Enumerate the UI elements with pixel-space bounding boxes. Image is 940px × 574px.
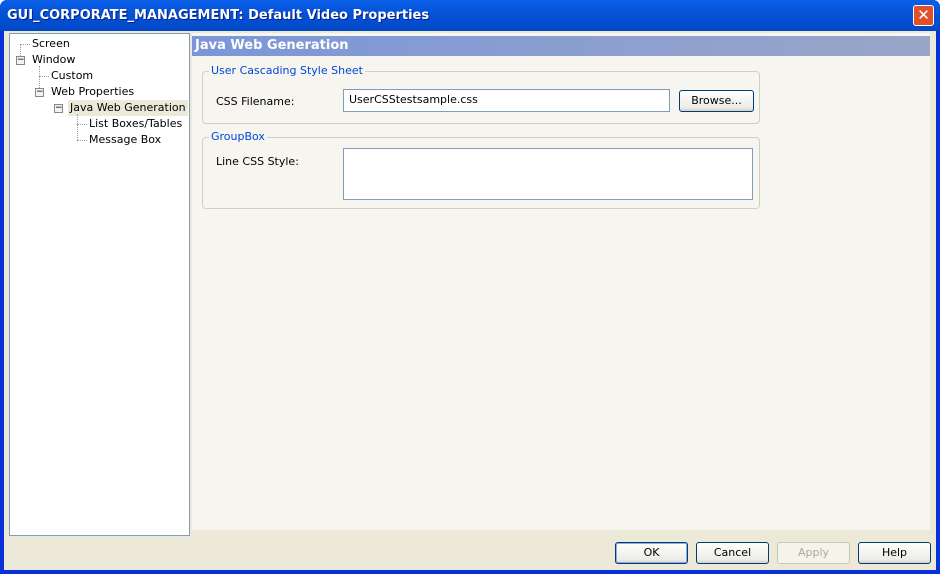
tree-view[interactable]: Screen − Window Custom − Web Properties …	[9, 33, 190, 536]
tree-item-screen[interactable]: Screen	[30, 36, 72, 52]
title-bar[interactable]: GUI_CORPORATE_MANAGEMENT: Default Video …	[0, 0, 940, 31]
tree-item-list-boxes-tables[interactable]: List Boxes/Tables	[87, 116, 184, 132]
tree-line	[77, 124, 87, 125]
apply-button[interactable]: Apply	[777, 542, 850, 564]
tree-item-message-box[interactable]: Message Box	[87, 132, 163, 148]
collapse-icon[interactable]: −	[54, 104, 63, 113]
tree-line	[77, 114, 78, 140]
window-title: GUI_CORPORATE_MANAGEMENT: Default Video …	[7, 8, 430, 23]
tree-line	[39, 76, 49, 77]
css-filename-input[interactable]: UserCSStestsample.css	[343, 89, 670, 112]
dialog-client: Screen − Window Custom − Web Properties …	[4, 31, 936, 570]
tree-line	[77, 140, 87, 141]
properties-panel: Java Web Generation User Cascading Style…	[192, 33, 930, 530]
css-group-title: User Cascading Style Sheet	[209, 64, 365, 77]
groupbox-title: GroupBox	[209, 130, 267, 143]
help-button[interactable]: Help	[858, 542, 931, 564]
close-icon: ✕	[917, 6, 930, 24]
dialog-window: GUI_CORPORATE_MANAGEMENT: Default Video …	[0, 0, 940, 574]
tree-item-custom[interactable]: Custom	[49, 68, 95, 84]
tree-item-java-web-generation[interactable]: Java Web Generation	[68, 100, 188, 116]
tree-item-web-properties[interactable]: Web Properties	[49, 84, 136, 100]
line-css-style-label: Line CSS Style:	[216, 155, 299, 168]
css-group: User Cascading Style Sheet CSS Filename:…	[202, 64, 760, 124]
close-button[interactable]: ✕	[913, 5, 934, 26]
browse-button[interactable]: Browse...	[679, 90, 754, 112]
ok-button[interactable]: OK	[615, 542, 688, 564]
collapse-icon[interactable]: −	[35, 88, 44, 97]
tree-item-window[interactable]: Window	[30, 52, 77, 68]
css-filename-label: CSS Filename:	[216, 95, 295, 108]
groupbox: GroupBox Line CSS Style:	[202, 130, 760, 209]
panel-header: Java Web Generation	[192, 36, 930, 56]
tree-line	[20, 44, 30, 45]
cancel-button[interactable]: Cancel	[696, 542, 769, 564]
collapse-icon[interactable]: −	[16, 56, 25, 65]
line-css-style-input[interactable]	[343, 148, 753, 200]
